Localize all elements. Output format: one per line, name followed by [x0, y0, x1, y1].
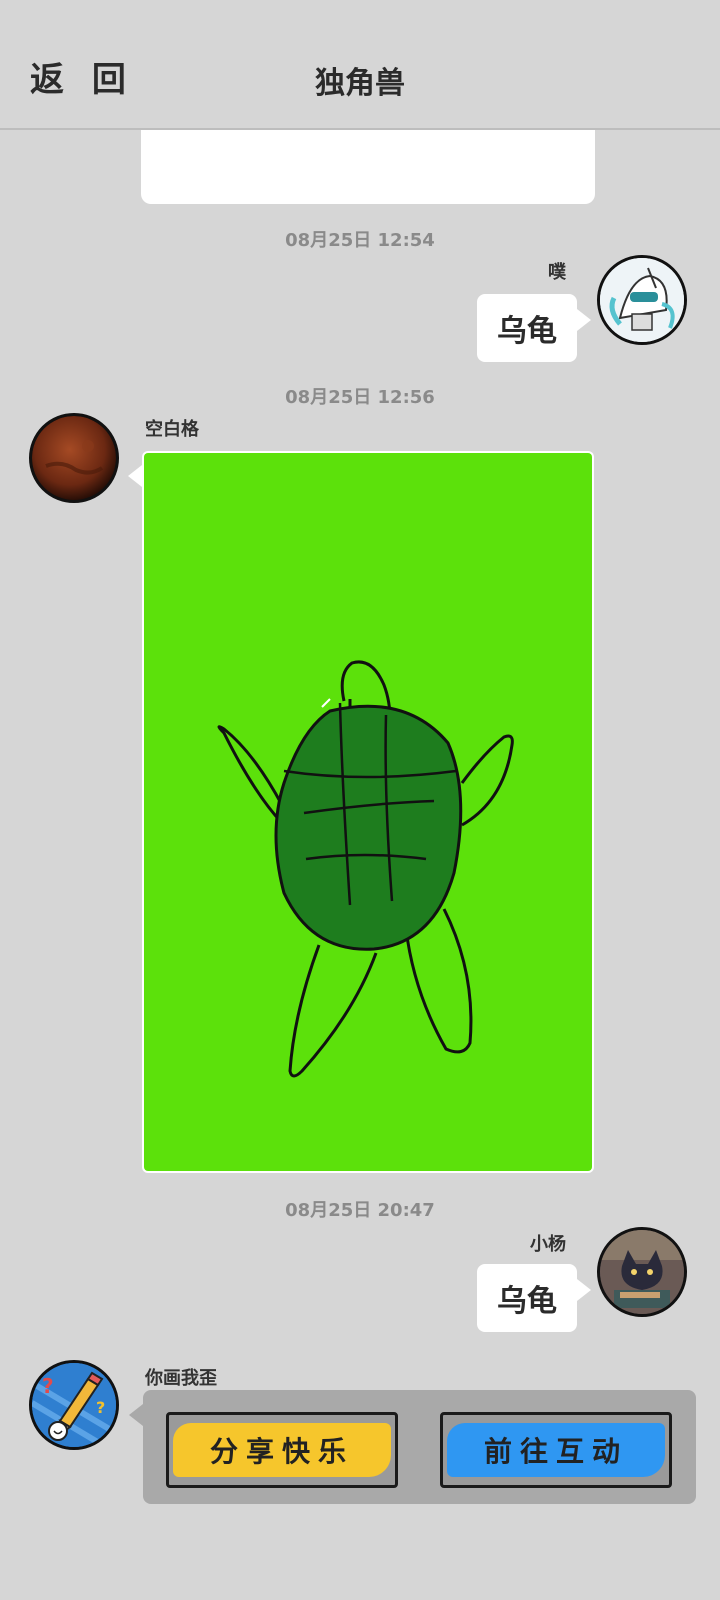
mars-planet-icon [32, 416, 116, 500]
interact-label: 前往互动 [483, 1435, 628, 1468]
bubble-tail [577, 1279, 591, 1301]
message-bubble[interactable]: 乌龟 [477, 1264, 577, 1332]
svg-text:?: ? [96, 1398, 105, 1417]
bubble-tail [128, 465, 142, 487]
drawing-image[interactable] [142, 451, 594, 1173]
timestamp: 08月25日 12:56 [285, 387, 435, 408]
timestamp: 08月25日 12:54 [285, 230, 435, 251]
sender-name: 空白格 [145, 419, 199, 440]
sender-name: 小杨 [530, 1234, 566, 1255]
top-bar: 返 回 独角兽 [0, 0, 720, 130]
user-avatar[interactable] [597, 255, 687, 345]
anime-character-icon [600, 258, 684, 342]
chat-title: 独角兽 [315, 66, 405, 101]
pencil-app-icon: ? ? [32, 1363, 116, 1447]
sender-name: 你画我歪 [145, 1368, 217, 1389]
message-bubble[interactable]: 乌龟 [477, 294, 577, 362]
timestamp: 08月25日 20:47 [285, 1200, 435, 1221]
message-text: 乌龟 [497, 1284, 557, 1319]
cat-character-icon [600, 1230, 684, 1314]
user-avatar[interactable] [29, 413, 119, 503]
svg-text:?: ? [42, 1374, 54, 1398]
user-avatar[interactable]: ? ? [29, 1360, 119, 1450]
bubble-tail [577, 309, 591, 331]
sender-name: 噗 [548, 262, 566, 283]
bubble-tail [129, 1404, 143, 1426]
go-interact-button[interactable]: 前往互动 [440, 1412, 672, 1488]
game-invite-card: 分享快乐 前往互动 [143, 1390, 696, 1504]
user-avatar[interactable] [597, 1227, 687, 1317]
share-label: 分享快乐 [209, 1435, 354, 1468]
previous-message-card[interactable] [141, 128, 595, 204]
share-happiness-button[interactable]: 分享快乐 [166, 1412, 398, 1488]
turtle-drawing [144, 453, 592, 1171]
message-text: 乌龟 [497, 314, 557, 349]
